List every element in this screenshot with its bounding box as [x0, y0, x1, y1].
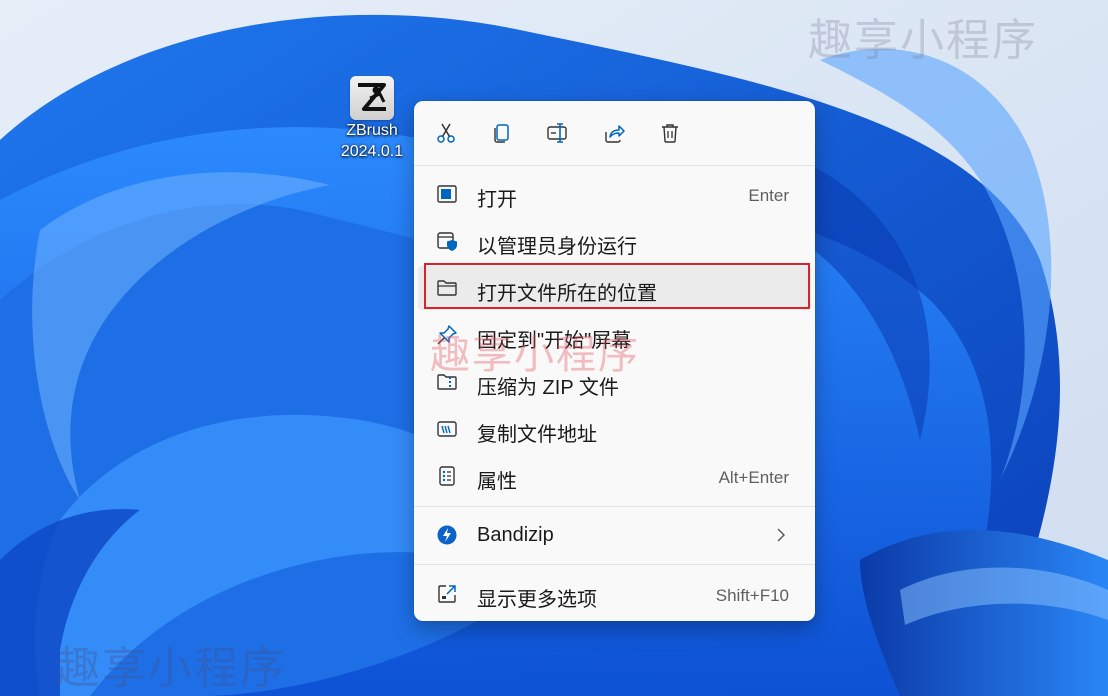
zip-folder-icon [435, 370, 459, 394]
open-icon [435, 182, 459, 206]
desktop-shortcut-label-line2: 2024.0.1 [340, 143, 404, 160]
menu-item-shortcut: Enter [748, 186, 789, 205]
desktop-shortcut-zbrush[interactable]: ZBrush 2024.0.1 [334, 74, 410, 162]
share-icon [605, 125, 625, 143]
cut-button[interactable] [432, 119, 460, 147]
menu-separator [414, 506, 815, 507]
chevron-right-icon [775, 527, 787, 548]
properties-icon [435, 464, 459, 488]
menu-item-bandizip[interactable]: Bandizip [418, 513, 811, 557]
more-options-icon [435, 582, 459, 606]
menu-item-shortcut: Shift+F10 [715, 586, 789, 605]
bandizip-icon [435, 523, 459, 547]
menu-item-label: Bandizip [477, 524, 554, 546]
menu-item-open[interactable]: 打开 Enter [418, 172, 811, 216]
share-button[interactable] [600, 119, 628, 147]
delete-button[interactable] [656, 119, 684, 147]
menu-item-properties[interactable]: 属性 Alt+Enter [418, 454, 811, 498]
copy-button[interactable] [488, 119, 516, 147]
menu-separator [414, 165, 815, 166]
menu-item-label: 打开文件所在的位置 [477, 283, 657, 305]
menu-item-compress-zip[interactable]: 压缩为 ZIP 文件 [418, 360, 811, 404]
copy-path-icon [435, 417, 459, 441]
menu-item-open-file-location[interactable]: 打开文件所在的位置 [418, 266, 811, 310]
menu-item-label: 属性 [477, 471, 517, 493]
menu-item-show-more-options[interactable]: 显示更多选项 Shift+F10 [418, 572, 811, 616]
desktop-shortcut-label-line1: ZBrush [346, 122, 398, 139]
menu-item-shortcut: Alt+Enter [718, 468, 789, 487]
context-menu: 打开 Enter 以管理员身份运行 打开文件所在的位置 固定到"开始"屏幕 压缩… [414, 101, 815, 621]
folder-icon [435, 276, 459, 300]
copy-icon [494, 124, 509, 143]
zbrush-app-icon [350, 76, 394, 120]
menu-item-pin-to-start[interactable]: 固定到"开始"屏幕 [418, 313, 811, 357]
menu-item-label: 固定到"开始"屏幕 [477, 330, 632, 352]
menu-item-label: 显示更多选项 [477, 589, 597, 611]
menu-item-copy-path[interactable]: 复制文件地址 [418, 407, 811, 451]
menu-item-label: 以管理员身份运行 [477, 236, 637, 258]
cut-icon [437, 123, 455, 143]
rename-button[interactable] [544, 119, 572, 147]
run-as-admin-icon [435, 229, 459, 253]
rename-icon [547, 123, 567, 143]
delete-icon [662, 124, 678, 143]
pin-icon [435, 323, 459, 347]
context-menu-toolbar [414, 101, 815, 165]
menu-item-run-as-admin[interactable]: 以管理员身份运行 [418, 219, 811, 263]
menu-item-label: 打开 [477, 189, 517, 211]
menu-separator [414, 564, 815, 565]
menu-item-label: 复制文件地址 [477, 424, 597, 446]
menu-item-label: 压缩为 ZIP 文件 [477, 377, 619, 399]
